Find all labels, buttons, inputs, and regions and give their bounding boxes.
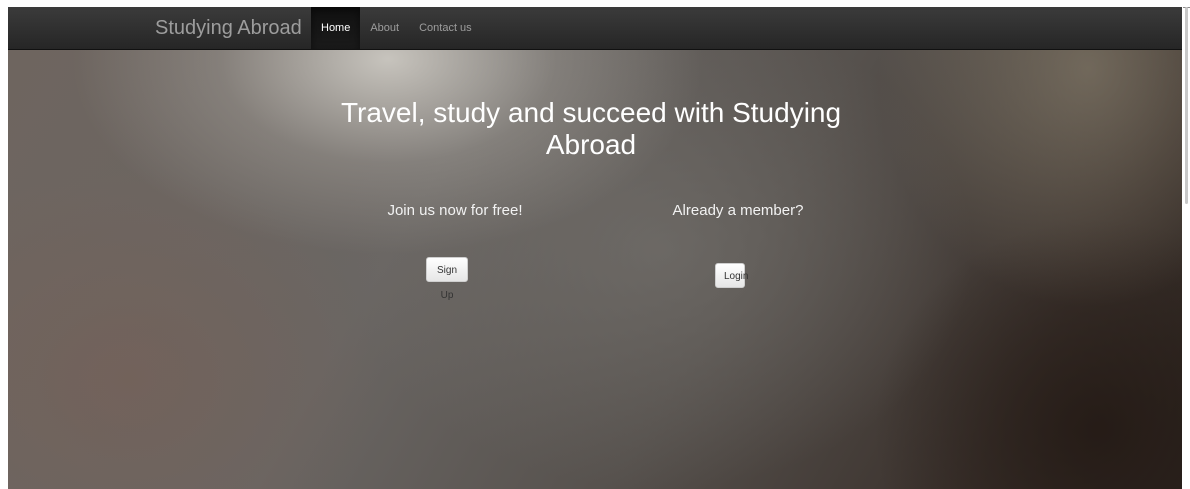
page-viewport: Studying Abroad Home About Contact us Tr… [8,7,1182,489]
nav-item-contact[interactable]: Contact us [409,7,482,49]
join-column: Join us now for free! Sign Up [340,201,570,301]
sign-up-button[interactable]: Sign Up [426,257,468,301]
hero-title: Travel, study and succeed with Studying … [340,97,842,160]
member-text: Already a member? [672,202,804,219]
vertical-scrollbar-thumb[interactable] [1185,7,1188,204]
brand-link[interactable]: Studying Abroad [155,7,302,49]
member-column: Already a member? Login [623,201,853,288]
nav-item-about[interactable]: About [360,7,409,49]
hero-section: Travel, study and succeed with Studying … [8,49,1182,489]
join-text: Join us now for free! [387,202,523,219]
nav-item-home[interactable]: Home [311,7,361,49]
nav-menu: Home About Contact us [311,7,482,49]
top-navbar: Studying Abroad Home About Contact us [8,7,1182,50]
login-button[interactable]: Login [715,263,748,288]
